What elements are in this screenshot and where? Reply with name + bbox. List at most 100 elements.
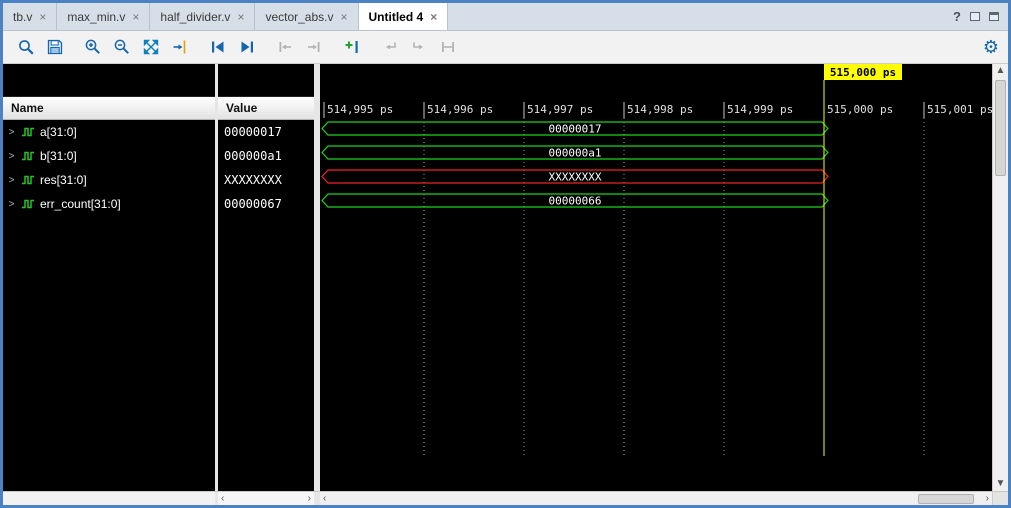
- vertical-scroll-thumb[interactable]: [995, 80, 1006, 176]
- waveform-canvas[interactable]: 514,995 ps 514,996 ps 514,997 ps 514,998 ps…: [320, 64, 992, 491]
- time-tick-label: 515,000 ps: [827, 103, 893, 116]
- previous-transition-icon: [271, 34, 298, 60]
- time-tick-label: 514,996 ps: [427, 103, 493, 116]
- go-to-time-end-icon[interactable]: [233, 34, 260, 60]
- waveform-toolbar: ⚙: [3, 31, 1008, 64]
- expand-chevron-icon[interactable]: >: [7, 175, 16, 186]
- tab-untitled-4[interactable]: Untitled 4×: [359, 3, 449, 30]
- add-marker-icon[interactable]: [338, 34, 365, 60]
- values-top-strip: [218, 64, 314, 97]
- wave-horizontal-scrollbar[interactable]: ‹ ›: [320, 492, 992, 505]
- time-tick-label: 514,998 ps: [627, 103, 693, 116]
- signal-value-text: 00000067: [224, 197, 282, 211]
- signal-value-b-31-0[interactable]: 000000a1: [218, 144, 314, 168]
- horizontal-scroll-thumb[interactable]: [918, 494, 974, 504]
- expand-chevron-icon[interactable]: >: [7, 127, 16, 138]
- scroll-right-icon[interactable]: ›: [986, 494, 989, 504]
- save-waveform-icon[interactable]: [41, 34, 68, 60]
- value-header-label: Value: [226, 101, 257, 115]
- signal-row-err-count-31-0[interactable]: > err_count[31:0]: [3, 192, 215, 216]
- next-marker-icon: [405, 34, 432, 60]
- signal-value-res-31-0[interactable]: XXXXXXXX: [218, 168, 314, 192]
- bus-signal-icon: [21, 174, 35, 186]
- vertical-scrollbar[interactable]: ▲ ▼: [992, 64, 1008, 491]
- signal-row-a-31-0[interactable]: > a[31:0]: [3, 120, 215, 144]
- tab-close-icon[interactable]: ×: [39, 10, 46, 24]
- signal-name: err_count[31:0]: [40, 197, 121, 211]
- signal-name: a[31:0]: [40, 125, 77, 139]
- vertical-scroll-track[interactable]: [993, 78, 1008, 477]
- search-icon[interactable]: [12, 34, 39, 60]
- scroll-left-icon[interactable]: ‹: [221, 494, 224, 504]
- scrollbar-corner: [992, 492, 1008, 505]
- bus-value-label: 000000a1: [549, 147, 602, 160]
- scroll-up-icon: ▲: [996, 66, 1006, 76]
- waveform-area[interactable]: 514,995 ps 514,996 ps 514,997 ps 514,998 ps…: [320, 64, 992, 491]
- expand-chevron-icon[interactable]: >: [7, 199, 16, 210]
- signal-name: res[31:0]: [40, 173, 87, 187]
- next-transition-icon: [300, 34, 327, 60]
- signal-value-err-count-31-0[interactable]: 00000067: [218, 192, 314, 216]
- scroll-up-button[interactable]: ▲: [993, 64, 1008, 78]
- horizontal-scroll-track[interactable]: [328, 494, 983, 504]
- signal-row-b-31-0[interactable]: > b[31:0]: [3, 144, 215, 168]
- signal-name: b[31:0]: [40, 149, 77, 163]
- signal-value-rows: 00000017 000000a1 XXXXXXXX 00000067: [218, 120, 314, 216]
- go-to-time-0-icon[interactable]: [204, 34, 231, 60]
- float-window-icon[interactable]: [970, 12, 980, 21]
- tab-tb-v[interactable]: tb.v ×: [3, 3, 57, 30]
- tabbar-controls: ?: [953, 3, 1008, 30]
- maximize-window-icon[interactable]: [989, 12, 999, 21]
- time-tick-label: 514,999 ps: [727, 103, 793, 116]
- tab-max-min-v[interactable]: max_min.v ×: [57, 3, 150, 30]
- name-header-label: Name: [11, 101, 44, 115]
- tab-label: max_min.v: [67, 10, 125, 24]
- previous-marker-icon: [376, 34, 403, 60]
- tab-label: tb.v: [13, 10, 32, 24]
- scroll-right-icon[interactable]: ›: [308, 494, 311, 504]
- name-column-header[interactable]: Name: [3, 97, 215, 120]
- waveform-background: [320, 64, 992, 491]
- tab-close-icon[interactable]: ×: [237, 10, 244, 24]
- bottom-scroll-strip: ‹ › ‹ ›: [3, 491, 1008, 505]
- signal-value-text: 00000017: [224, 125, 282, 139]
- signal-row-res-31-0[interactable]: > res[31:0]: [3, 168, 215, 192]
- names-bottom-segment: [3, 492, 215, 505]
- settings-gear-icon[interactable]: ⚙: [983, 38, 999, 56]
- bus-signal-icon: [21, 126, 35, 138]
- help-icon[interactable]: ?: [953, 9, 961, 24]
- zoom-fit-icon[interactable]: [137, 34, 164, 60]
- bus-signal-icon: [21, 150, 35, 162]
- cursor-time-label: 515,000 ps: [830, 66, 896, 79]
- signal-value-text: XXXXXXXX: [224, 173, 282, 187]
- scroll-left-icon[interactable]: ‹: [323, 494, 326, 504]
- tab-half-divider-v[interactable]: half_divider.v ×: [150, 3, 255, 30]
- bus-value-label: 00000017: [549, 123, 602, 136]
- signal-names-panel: Name > a[31:0] > b[31:0] > res[31:0] > err_coun…: [3, 64, 215, 491]
- bus-value-label: 00000066: [549, 195, 602, 208]
- signal-value-text: 000000a1: [224, 149, 282, 163]
- values-horizontal-scrollbar[interactable]: ‹ ›: [218, 492, 314, 505]
- value-column-header[interactable]: Value: [218, 97, 314, 120]
- zoom-out-icon[interactable]: [108, 34, 135, 60]
- signal-values-panel: Value 00000017 000000a1 XXXXXXXX 00000067: [218, 64, 314, 491]
- tab-close-icon[interactable]: ×: [132, 10, 139, 24]
- tab-close-icon[interactable]: ×: [341, 10, 348, 24]
- scroll-down-icon: ▼: [996, 479, 1006, 489]
- zoom-to-cursor-icon[interactable]: [166, 34, 193, 60]
- bus-value-label: XXXXXXXX: [549, 171, 602, 184]
- time-tick-label: 514,997 ps: [527, 103, 593, 116]
- tab-vector-abs-v[interactable]: vector_abs.v ×: [255, 3, 358, 30]
- signal-value-a-31-0[interactable]: 00000017: [218, 120, 314, 144]
- waveform-viewer-window: tb.v×max_min.v×half_divider.v×vector_abs…: [0, 0, 1011, 508]
- tab-label: vector_abs.v: [265, 10, 333, 24]
- swap-cursors-icon: [434, 34, 461, 60]
- tab-label: half_divider.v: [160, 10, 230, 24]
- time-tick-label: 515,001 ps: [927, 103, 992, 116]
- zoom-in-icon[interactable]: [79, 34, 106, 60]
- tab-close-icon[interactable]: ×: [430, 10, 437, 24]
- time-tick-label: 514,995 ps: [327, 103, 393, 116]
- expand-chevron-icon[interactable]: >: [7, 151, 16, 162]
- scroll-down-button[interactable]: ▼: [993, 477, 1008, 491]
- main-area: Name > a[31:0] > b[31:0] > res[31:0] > err_coun…: [3, 64, 1008, 491]
